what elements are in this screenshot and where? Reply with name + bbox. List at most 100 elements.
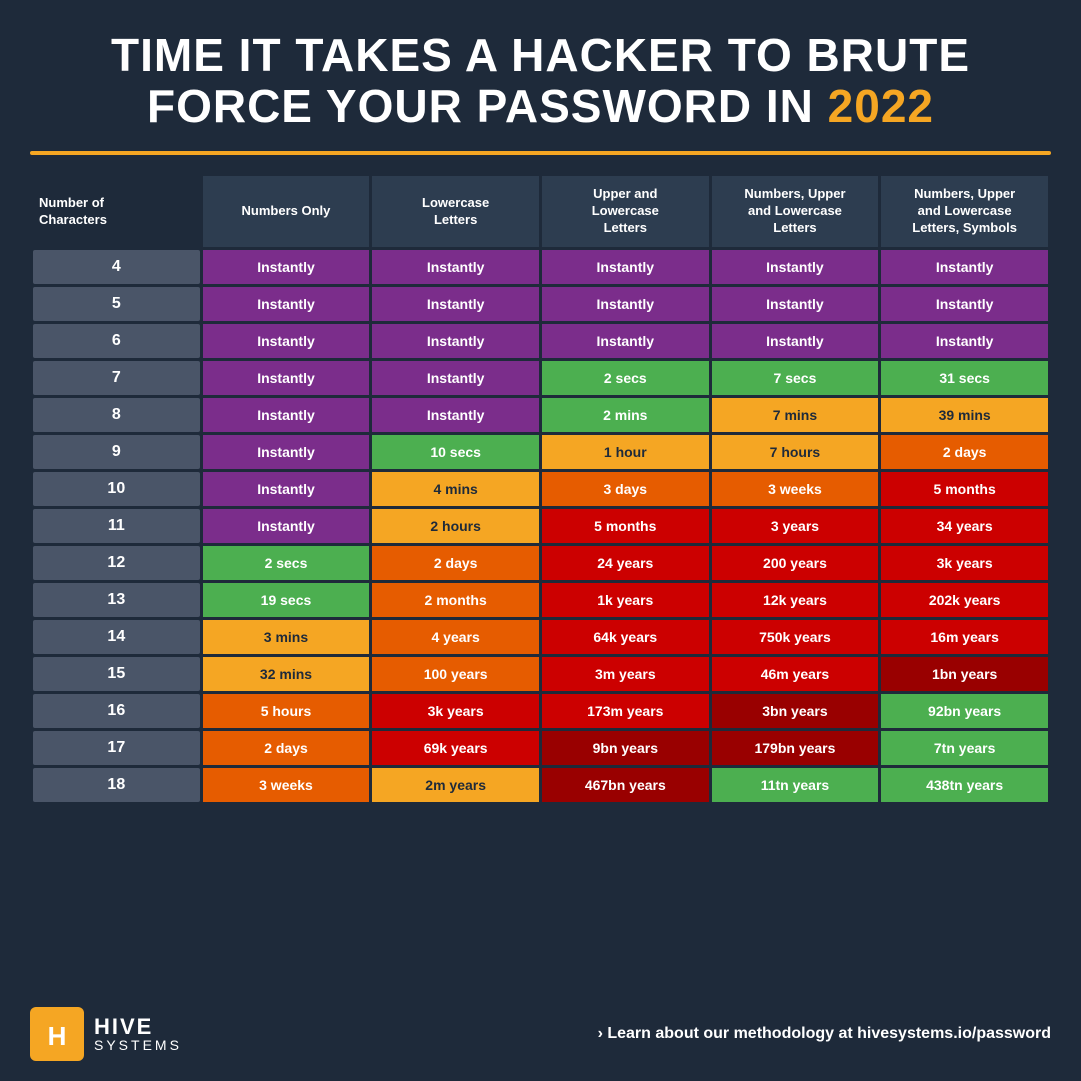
logo-text: HIVE SYSTEMS	[94, 1016, 182, 1052]
char-count-cell: 7	[33, 361, 200, 395]
data-cell: 3 mins	[203, 620, 370, 654]
col-header-lowercase: LowercaseLetters	[372, 176, 539, 247]
data-cell: Instantly	[203, 398, 370, 432]
data-cell: 202k years	[881, 583, 1048, 617]
data-cell: 4 years	[372, 620, 539, 654]
table-row: 8InstantlyInstantly2 mins7 mins39 mins	[33, 398, 1048, 432]
data-cell: 11tn years	[712, 768, 879, 802]
table-wrapper: Number ofCharacters Numbers Only Lowerca…	[30, 173, 1051, 985]
data-cell: 9bn years	[542, 731, 709, 765]
col-header-all: Numbers, Upperand LowercaseLetters, Symb…	[881, 176, 1048, 247]
data-cell: 2 months	[372, 583, 539, 617]
main-title: TIME IT TAKES A HACKER TO BRUTE FORCE YO…	[30, 30, 1051, 131]
data-cell: 3 weeks	[203, 768, 370, 802]
table-row: 5InstantlyInstantlyInstantlyInstantlyIns…	[33, 287, 1048, 321]
char-count-cell: 4	[33, 250, 200, 284]
char-count-cell: 13	[33, 583, 200, 617]
data-cell: 2 days	[203, 731, 370, 765]
data-cell: 2 secs	[542, 361, 709, 395]
data-cell: 7 mins	[712, 398, 879, 432]
data-cell: 10 secs	[372, 435, 539, 469]
data-cell: 179bn years	[712, 731, 879, 765]
col-header-chars: Number ofCharacters	[33, 176, 200, 247]
data-cell: 2 secs	[203, 546, 370, 580]
data-cell: Instantly	[203, 250, 370, 284]
table-row: 122 secs2 days24 years200 years3k years	[33, 546, 1048, 580]
char-count-cell: 6	[33, 324, 200, 358]
table-row: 165 hours3k years173m years3bn years92bn…	[33, 694, 1048, 728]
data-cell: Instantly	[712, 250, 879, 284]
password-table: Number ofCharacters Numbers Only Lowerca…	[30, 173, 1051, 805]
footer-link-url: hivesystems.io/password	[857, 1025, 1051, 1042]
data-cell: 3 weeks	[712, 472, 879, 506]
data-cell: 5 hours	[203, 694, 370, 728]
char-count-cell: 10	[33, 472, 200, 506]
footer-link[interactable]: › Learn about our methodology at hivesys…	[598, 1025, 1051, 1043]
data-cell: 4 mins	[372, 472, 539, 506]
data-cell: Instantly	[203, 509, 370, 543]
col-header-upper-lower: Upper andLowercaseLetters	[542, 176, 709, 247]
data-cell: 3 years	[712, 509, 879, 543]
data-cell: 3 days	[542, 472, 709, 506]
hive-logo-icon: H	[30, 1007, 84, 1061]
table-row: 7InstantlyInstantly2 secs7 secs31 secs	[33, 361, 1048, 395]
table-header-row: Number ofCharacters Numbers Only Lowerca…	[33, 176, 1048, 247]
logo-area: H HIVE SYSTEMS	[30, 1007, 182, 1061]
footer-link-prefix: › Learn about our methodology at	[598, 1025, 858, 1042]
data-cell: Instantly	[542, 324, 709, 358]
logo-hive: HIVE	[94, 1016, 182, 1038]
data-cell: Instantly	[542, 287, 709, 321]
char-count-cell: 16	[33, 694, 200, 728]
table-row: 9Instantly10 secs1 hour7 hours2 days	[33, 435, 1048, 469]
char-count-cell: 9	[33, 435, 200, 469]
data-cell: Instantly	[372, 287, 539, 321]
data-cell: 39 mins	[881, 398, 1048, 432]
data-cell: 750k years	[712, 620, 879, 654]
data-cell: Instantly	[881, 287, 1048, 321]
table-row: 4InstantlyInstantlyInstantlyInstantlyIns…	[33, 250, 1048, 284]
col-header-numbers-upper-lower: Numbers, Upperand LowercaseLetters	[712, 176, 879, 247]
svg-text:H: H	[48, 1021, 67, 1051]
data-cell: 5 months	[881, 472, 1048, 506]
data-cell: Instantly	[372, 250, 539, 284]
data-cell: 64k years	[542, 620, 709, 654]
data-cell: 3k years	[881, 546, 1048, 580]
data-cell: Instantly	[203, 472, 370, 506]
char-count-cell: 17	[33, 731, 200, 765]
main-container: TIME IT TAKES A HACKER TO BRUTE FORCE YO…	[0, 0, 1081, 1081]
data-cell: 12k years	[712, 583, 879, 617]
data-cell: 3m years	[542, 657, 709, 691]
table-row: 183 weeks2m years467bn years11tn years43…	[33, 768, 1048, 802]
char-count-cell: 14	[33, 620, 200, 654]
data-cell: 200 years	[712, 546, 879, 580]
data-cell: Instantly	[712, 287, 879, 321]
title-line1: TIME IT TAKES A HACKER TO BRUTE	[30, 30, 1051, 81]
data-cell: 438tn years	[881, 768, 1048, 802]
data-cell: 2 days	[372, 546, 539, 580]
data-cell: Instantly	[203, 361, 370, 395]
table-row: 1532 mins100 years3m years46m years1bn y…	[33, 657, 1048, 691]
data-cell: 2 mins	[542, 398, 709, 432]
char-count-cell: 18	[33, 768, 200, 802]
data-cell: Instantly	[712, 324, 879, 358]
data-cell: 7tn years	[881, 731, 1048, 765]
table-row: 143 mins4 years64k years750k years16m ye…	[33, 620, 1048, 654]
data-cell: 69k years	[372, 731, 539, 765]
title-divider	[30, 151, 1051, 155]
table-row: 172 days69k years9bn years179bn years7tn…	[33, 731, 1048, 765]
table-row: 10Instantly4 mins3 days3 weeks5 months	[33, 472, 1048, 506]
table-row: 1319 secs2 months1k years12k years202k y…	[33, 583, 1048, 617]
char-count-cell: 11	[33, 509, 200, 543]
data-cell: Instantly	[372, 398, 539, 432]
char-count-cell: 5	[33, 287, 200, 321]
data-cell: 1k years	[542, 583, 709, 617]
data-cell: 467bn years	[542, 768, 709, 802]
data-cell: 7 hours	[712, 435, 879, 469]
data-cell: 19 secs	[203, 583, 370, 617]
data-cell: 1 hour	[542, 435, 709, 469]
data-cell: Instantly	[203, 435, 370, 469]
data-cell: 100 years	[372, 657, 539, 691]
data-cell: 34 years	[881, 509, 1048, 543]
data-cell: 24 years	[542, 546, 709, 580]
data-cell: Instantly	[372, 324, 539, 358]
